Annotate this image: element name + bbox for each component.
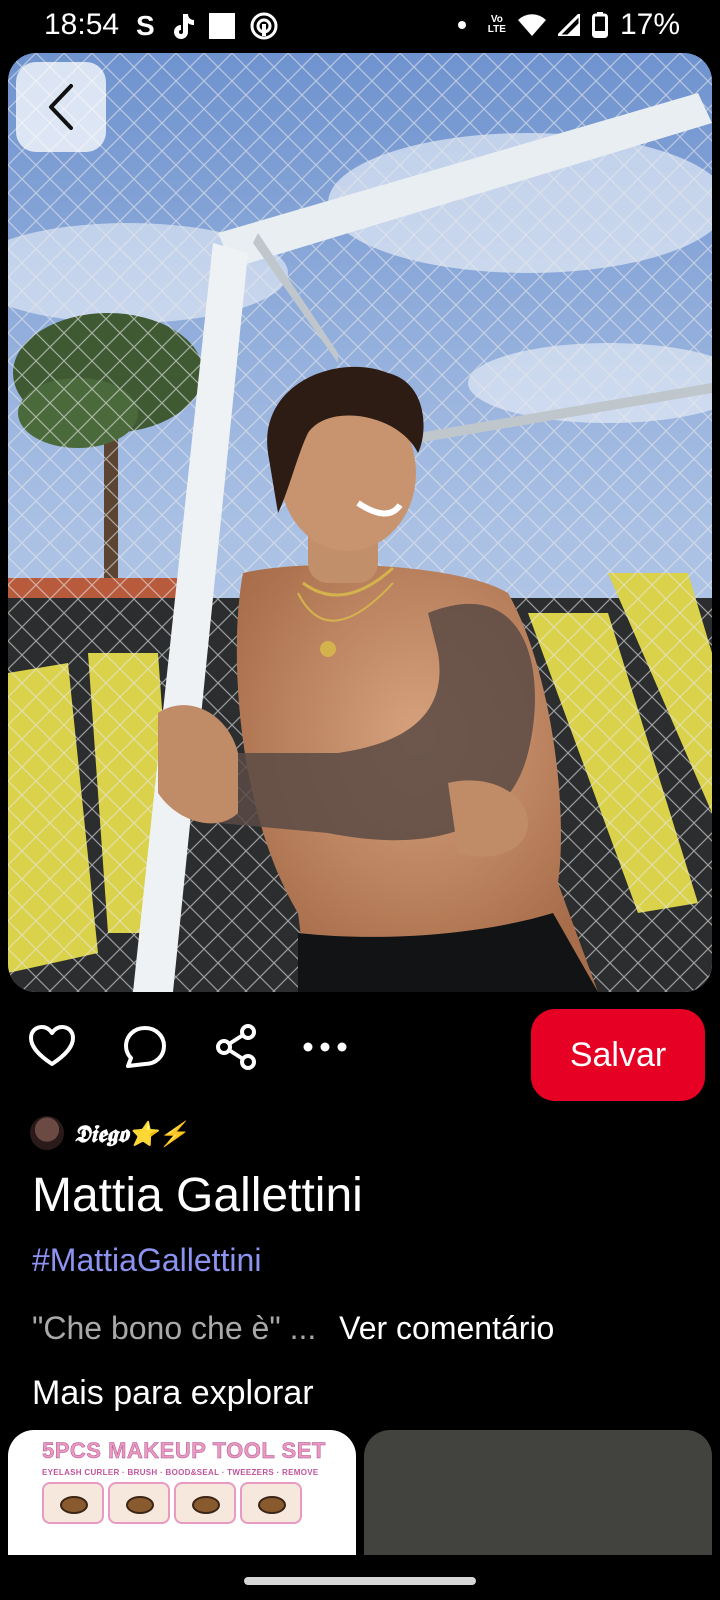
- tiktok-icon: [173, 14, 194, 39]
- avatar[interactable]: [30, 1116, 64, 1150]
- explore-heading: Mais para explorar: [32, 1374, 314, 1412]
- battery-icon: [591, 12, 608, 38]
- battery-percent: 17%: [619, 8, 680, 41]
- lte-label: LTE: [487, 24, 506, 35]
- card-thumbnails: [42, 1482, 302, 1524]
- eyelash-curler-thumbnail: [42, 1482, 104, 1524]
- s-app-icon: S: [136, 10, 155, 41]
- status-left-icons: S: [136, 10, 279, 42]
- status-time: 18:54: [44, 8, 120, 41]
- brush-thumbnail: [108, 1482, 170, 1524]
- home-gesture-handle[interactable]: [244, 1577, 476, 1585]
- tweezers-thumbnail: [174, 1482, 236, 1524]
- volte-icon: Vo LTE: [488, 15, 506, 35]
- comment-icon[interactable]: [120, 1022, 170, 1072]
- system-nav-bar: [0, 1555, 720, 1600]
- status-right-icons: Vo LTE 17%: [457, 8, 680, 42]
- remover-thumbnail: [240, 1482, 302, 1524]
- save-button[interactable]: Salvar: [531, 1009, 705, 1101]
- status-bar: 18:54 S Vo LTE 17%: [0, 0, 720, 52]
- signal-icon: [557, 14, 580, 36]
- share-icon[interactable]: [212, 1022, 262, 1072]
- pin-title: Mattia Gallettini: [32, 1169, 363, 1222]
- pin-author[interactable]: 𝕯𝖎𝖊𝖌𝖔⭐⚡: [30, 1116, 188, 1150]
- card-subtitle: EYELASH CURLER · BRUSH · BOOD&SEAL · TWE…: [42, 1468, 319, 1477]
- comment-text: "Che bono che è" ...: [32, 1310, 317, 1346]
- comment-preview: "Che bono che è" ... Ver comentário: [32, 1310, 554, 1347]
- pin-photo: [8, 53, 712, 992]
- card-heading: 5PCS MAKEUP TOOL SET: [42, 1438, 326, 1464]
- square-notification-icon: [208, 13, 235, 39]
- pin-image[interactable]: [8, 53, 712, 992]
- view-comment-link[interactable]: Ver comentário: [339, 1310, 554, 1346]
- notification-dot-icon: [457, 21, 466, 29]
- back-button[interactable]: [16, 62, 106, 152]
- pin-hashtag-link[interactable]: #MattiaGallettini: [32, 1242, 261, 1279]
- more-icon[interactable]: [300, 1022, 350, 1072]
- hotspot-icon: [250, 12, 278, 40]
- heart-icon[interactable]: [27, 1022, 77, 1072]
- chevron-left-icon: [49, 84, 73, 130]
- author-name[interactable]: 𝕯𝖎𝖊𝖌𝖔⭐⚡: [74, 1119, 188, 1148]
- wifi-icon: [517, 14, 546, 36]
